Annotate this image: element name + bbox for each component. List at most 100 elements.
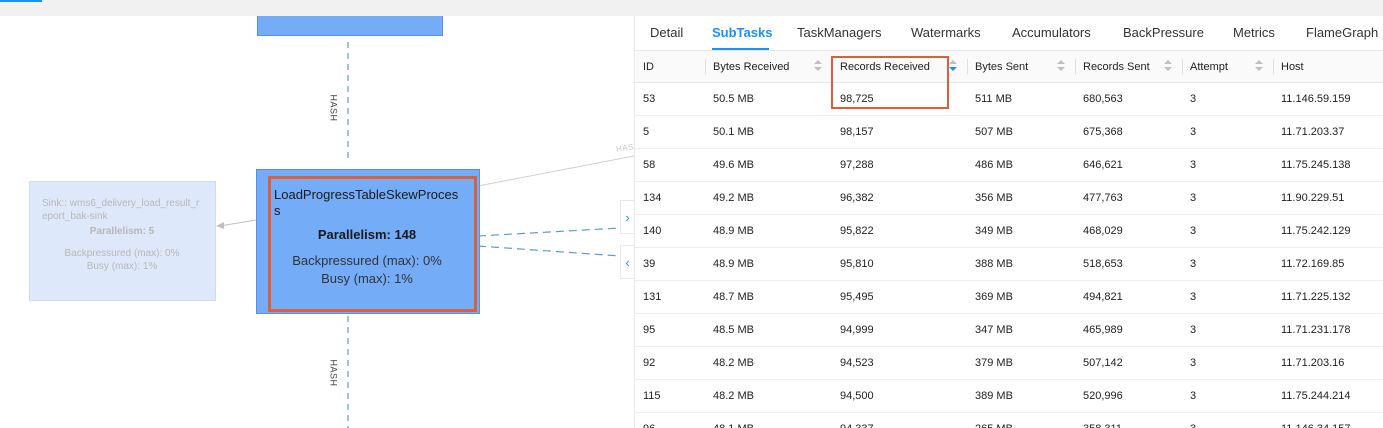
table-header-row: ID Bytes Received Records Received Bytes… [635,51,1383,83]
tab-taskmanagers[interactable]: TaskManagers [797,25,882,40]
expand-panel-button[interactable]: › [620,200,634,234]
cell-bytes-sent: 511 MB [967,82,1075,116]
column-header-id: ID [635,51,705,83]
detail-tabs: Detail SubTasks TaskManagers Watermarks … [635,16,1383,51]
table-row[interactable]: 9648.1 MB94,337265 MB358,311311.146.34.1… [635,412,1383,428]
sort-icon[interactable] [1164,60,1172,74]
column-header-bytes-received[interactable]: Bytes Received [705,51,832,83]
upstream-node[interactable] [257,16,443,36]
cell-attempt: 3 [1182,247,1273,281]
cell-host: 11.72.169.85 [1273,247,1383,281]
cell-id: 5 [635,115,705,149]
job-graph[interactable]: HASH HASH HASH Sink:: wms6_delivery_load… [0,16,634,428]
top-bar [0,0,1383,17]
cell-bytes-sent: 379 MB [967,346,1075,380]
column-header-host: Host [1273,51,1383,83]
cell-bytes-received: 48.1 MB [705,412,832,428]
cell-records-received: 96,382 [832,181,967,215]
table-row[interactable]: 115 48.2 MB 94,500 389 MB 520,996 3 11.75.244.… [635,379,1383,413]
cell-id: 92 [635,346,705,380]
cell-records-sent: 507,142 [1075,346,1182,380]
column-header-bytes-sent[interactable]: Bytes Sent [967,51,1075,83]
cell-records-sent: 468,029 [1075,214,1182,248]
edge-right-1 [477,227,621,237]
cell-bytes-sent: 349 MB [967,214,1075,248]
cell-records-received: 95,822 [832,214,967,248]
cell-bytes-received: 50.5 MB [705,82,832,116]
cell-records-sent: 465,989 [1075,313,1182,347]
chevron-left-icon: ‹ [625,254,630,270]
column-header-records-received[interactable]: Records Received [832,51,967,83]
collapse-panel-button[interactable]: ‹ [620,245,634,279]
cell-bytes-received: 49.6 MB [705,148,832,182]
tab-metrics[interactable]: Metrics [1233,25,1275,40]
table-row[interactable]: 58 49.6 MB 97,288 486 MB 646,621 3 11.75.245.1… [635,148,1383,182]
cell-id: 58 [635,148,705,182]
table-row[interactable]: 95 48.5 MB 94,999 347 MB 465,989 3 11.71.231.1… [635,313,1383,347]
edge-label-hash: HASH [328,359,339,387]
cell-records-sent: 477,763 [1075,181,1182,215]
sort-descending-icon[interactable] [949,60,957,74]
cell-id: 53 [635,82,705,116]
tab-flamegraph[interactable]: FlameGraph [1306,25,1378,40]
column-header-records-sent[interactable]: Records Sent [1075,51,1182,83]
cell-records-sent: 680,563 [1075,82,1182,116]
tab-watermarks[interactable]: Watermarks [911,25,981,40]
tab-subtasks[interactable]: SubTasks [712,25,772,40]
cell-bytes-received: 49.2 MB [705,181,832,215]
cell-attempt: 3 [1182,115,1273,149]
table-row[interactable]: 140 48.9 MB 95,822 349 MB 468,029 3 11.75.242.… [635,214,1383,248]
edge-upper-right [477,155,634,187]
sort-icon[interactable] [814,60,822,74]
cell-host: 11.71.203.16 [1273,346,1383,380]
cell-attempt: 3 [1182,379,1273,413]
cell-records-received: 94,337 [832,412,967,428]
cell-bytes-sent: 356 MB [967,181,1075,215]
cell-host: 11.90.229.51 [1273,181,1383,215]
cell-attempt: 3 [1182,280,1273,314]
cell-bytes-sent: 347 MB [967,313,1075,347]
edge-to-sink-arrow [216,222,224,229]
cell-attempt: 3 [1182,313,1273,347]
edge-to-sink [219,219,257,227]
table-row[interactable]: 131 48.7 MB 95,495 369 MB 494,821 3 11.71.225.… [635,280,1383,314]
table-row[interactable]: 92 48.2 MB 94,523 379 MB 507,142 3 11.71.203.1… [635,346,1383,380]
table-row[interactable]: 5 50.1 MB 98,157 507 MB 675,368 3 11.71.203.37 [635,115,1383,149]
cell-records-received: 95,810 [832,247,967,281]
tab-detail[interactable]: Detail [650,25,683,40]
table-row[interactable]: 39 48.9 MB 95,810 388 MB 518,653 3 11.72.169.8… [635,247,1383,281]
cell-records-received: 94,500 [832,379,967,413]
table-row[interactable]: 53 50.5 MB 98,725 511 MB 680,563 3 11.146.59.1… [635,82,1383,116]
cell-records-received: 98,157 [832,115,967,149]
edge-right-2 [477,245,621,257]
sort-icon[interactable] [1255,60,1263,74]
cell-records-received: 94,999 [832,313,967,347]
cell-records-sent: 494,821 [1075,280,1182,314]
cell-attempt: 3 [1182,412,1273,428]
cell-records-sent: 520,996 [1075,379,1182,413]
tab-accumulators[interactable]: Accumulators [1012,25,1091,40]
cell-bytes-sent: 389 MB [967,379,1075,413]
cell-records-sent: 675,368 [1075,115,1182,149]
cell-bytes-received: 48.2 MB [705,379,832,413]
column-header-attempt[interactable]: Attempt [1182,51,1273,83]
cell-id: 95 [635,313,705,347]
cell-bytes-sent: 265 MB [967,412,1075,428]
cell-id: 131 [635,280,705,314]
active-tab-indicator [712,48,769,50]
sort-icon[interactable] [1057,60,1065,74]
cell-bytes-sent: 507 MB [967,115,1075,149]
sink-node-busy: Busy (max): 1% [86,261,158,272]
cell-records-received: 95,495 [832,280,967,314]
cell-attempt: 3 [1182,148,1273,182]
cell-bytes-received: 50.1 MB [705,115,832,149]
table-row[interactable]: 134 49.2 MB 96,382 356 MB 477,763 3 11.90.229.… [635,181,1383,215]
cell-host: 11.75.245.138 [1273,148,1383,182]
vertex-detail-panel: Detail SubTasks TaskManagers Watermarks … [634,16,1383,428]
cell-id: 115 [635,379,705,413]
edge-label-hash: HASH [328,94,339,122]
tab-backpressure[interactable]: BackPressure [1123,25,1204,40]
cell-host: 11.75.244.214 [1273,379,1383,413]
cell-records-received: 98,725 [832,82,967,116]
cell-host: 11.71.203.37 [1273,115,1383,149]
